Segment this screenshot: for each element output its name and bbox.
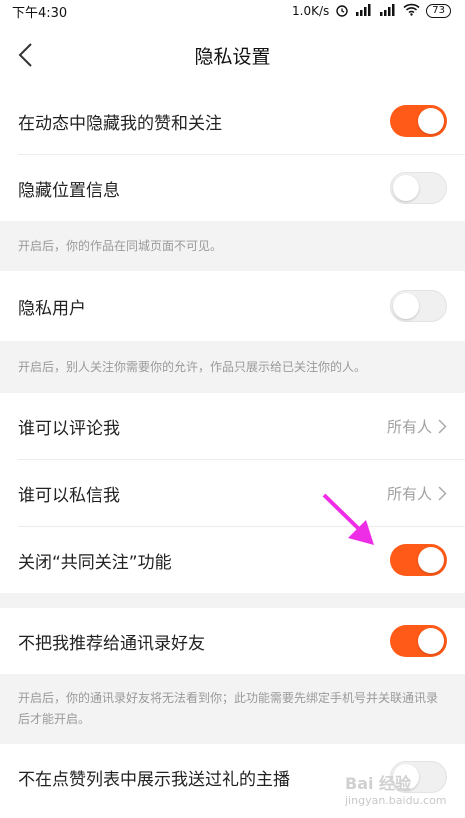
mutual-follow-toggle[interactable] [390,544,447,576]
toggle-knob [418,547,444,573]
watermark-url: jingyan.baidu.com [345,794,447,807]
chevron-left-icon [18,43,32,67]
setting-disable-mutual-follow[interactable]: 关闭“共同关注”功能 [0,527,465,593]
signal-icon [379,3,397,19]
setting-label: 不把我推荐给通讯录好友 [18,633,205,654]
status-icons: 1.0K/s 73 [292,3,451,20]
battery-indicator: 73 [426,4,451,18]
network-speed: 1.0K/s [292,4,330,18]
hide-likes-toggle[interactable] [390,105,447,137]
status-time: 下午4:30 [12,5,68,21]
signal-hd-icon [355,3,373,19]
setting-who-can-comment[interactable]: 谁可以评论我 所有人 [0,393,465,459]
toggle-knob [393,293,419,319]
hide-location-toggle[interactable] [390,172,447,204]
setting-label: 在动态中隐藏我的赞和关注 [18,113,222,134]
private-user-toggle[interactable] [390,290,447,322]
setting-no-contact-recommend[interactable]: 不把我推荐给通讯录好友 [0,608,465,674]
setting-label: 关闭“共同关注”功能 [18,552,172,573]
chevron-right-icon [438,485,447,501]
location-note: 开启后，你的作品在同城页面不可见。 [0,221,465,271]
contact-recommend-toggle[interactable] [390,625,447,657]
wifi-icon [403,3,420,19]
private-user-note: 开启后，别人关注你需要你的允许，作品只展示给已关注你的人。 [0,341,465,393]
value-text: 所有人 [386,484,432,503]
back-button[interactable] [10,38,40,72]
setting-label: 不在点赞列表中展示我送过礼的主播 [18,769,290,790]
setting-label: 隐私用户 [18,298,86,319]
setting-label: 谁可以评论我 [18,418,120,439]
page-title: 隐私设置 [194,45,271,68]
toggle-knob [418,628,444,654]
status-bar: 下午4:30 1.0K/s 73 [0,0,465,22]
annotation-arrow-icon [322,493,374,545]
chevron-right-icon [438,418,447,434]
contacts-note: 开启后，你的通讯录好友将无法看到你；此功能需要先绑定手机号并关联通讯录后才能开启… [0,674,465,744]
watermark-brand: Bai 经验 [345,774,412,793]
alarm-icon [335,3,349,20]
setting-hide-likes-follows[interactable]: 在动态中隐藏我的赞和关注 [0,88,465,154]
setting-who-can-message[interactable]: 谁可以私信我 所有人 [0,460,465,526]
setting-hide-location[interactable]: 隐藏位置信息 [0,155,465,221]
setting-private-user[interactable]: 隐私用户 [0,271,465,341]
toggle-knob [393,175,419,201]
value-text: 所有人 [386,417,432,436]
nav-bar: 隐私设置 [0,22,465,88]
setting-label: 谁可以私信我 [18,485,120,506]
section-gap [0,593,465,608]
comment-permission-value: 所有人 [387,416,447,437]
message-permission-value: 所有人 [387,483,447,504]
toggle-knob [418,108,444,134]
setting-label: 隐藏位置信息 [18,180,120,201]
watermark: Bai 经验 jingyan.baidu.com [345,770,460,810]
